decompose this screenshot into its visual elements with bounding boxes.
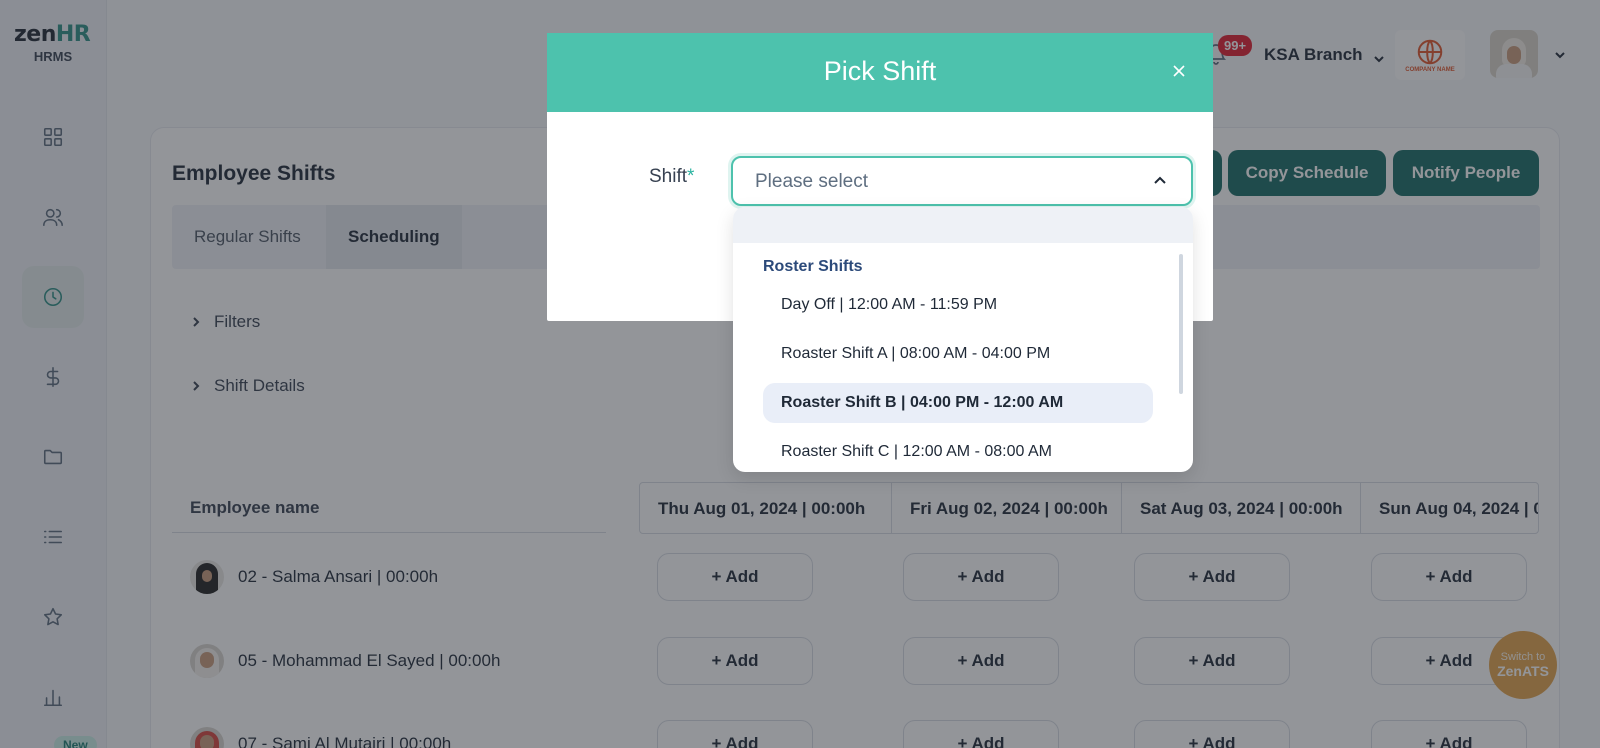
dropdown-scrollbar[interactable] xyxy=(1179,254,1183,394)
shift-select-placeholder: Please select xyxy=(755,171,869,192)
shift-field-label: Shift* xyxy=(649,166,695,187)
shift-option[interactable]: Roaster Shift A | 08:00 AM - 04:00 PM xyxy=(763,334,1153,374)
shift-select[interactable]: Please select xyxy=(731,156,1193,206)
shift-option[interactable]: Roaster Shift C | 12:00 AM - 08:00 AM xyxy=(763,432,1153,472)
chevron-up-icon xyxy=(1153,174,1167,193)
roster-shifts-group-label: Roster Shifts xyxy=(763,258,863,275)
shift-option-highlighted[interactable]: Roaster Shift B | 04:00 PM - 12:00 AM xyxy=(763,383,1153,423)
close-icon[interactable] xyxy=(1171,63,1191,83)
modal-title: Pick Shift xyxy=(823,56,937,86)
dropdown-search-area xyxy=(733,207,1193,243)
shift-dropdown: Roster Shifts Day Off | 12:00 AM - 11:59… xyxy=(733,207,1193,472)
shift-option[interactable]: Day Off | 12:00 AM - 11:59 PM xyxy=(763,285,1153,325)
